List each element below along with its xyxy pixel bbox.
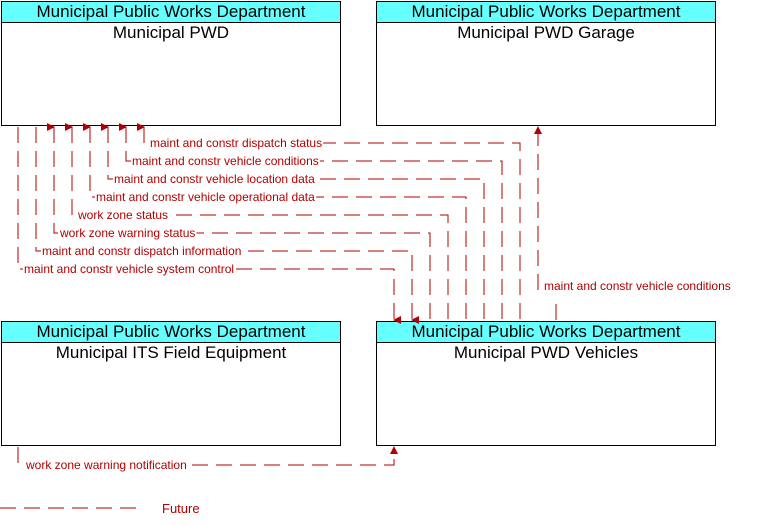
flow-label[interactable]: work zone warning notification — [25, 458, 187, 472]
flow-label[interactable]: maint and constr vehicle conditions — [544, 279, 731, 293]
arrowhead-icon — [390, 446, 398, 454]
flow-label[interactable]: work zone warning status — [59, 226, 195, 240]
legend-label: Future — [162, 501, 200, 516]
architecture-diagram: Municipal Public Works Department Munici… — [0, 0, 766, 526]
flow-label[interactable]: maint and constr dispatch status — [150, 136, 322, 150]
flow-label[interactable]: maint and constr vehicle conditions — [132, 154, 319, 168]
flow-label[interactable]: maint and constr vehicle location data — [114, 172, 315, 186]
arrowhead-icon — [534, 126, 542, 134]
flow-label[interactable]: maint and constr vehicle system control — [24, 262, 234, 276]
flows-layer: maint and constr dispatch status maint an… — [0, 123, 732, 516]
flow-label[interactable]: maint and constr dispatch information — [42, 244, 241, 258]
flow-label[interactable]: maint and constr vehicle operational dat… — [96, 190, 315, 204]
flow-label[interactable]: work zone status — [77, 208, 168, 222]
